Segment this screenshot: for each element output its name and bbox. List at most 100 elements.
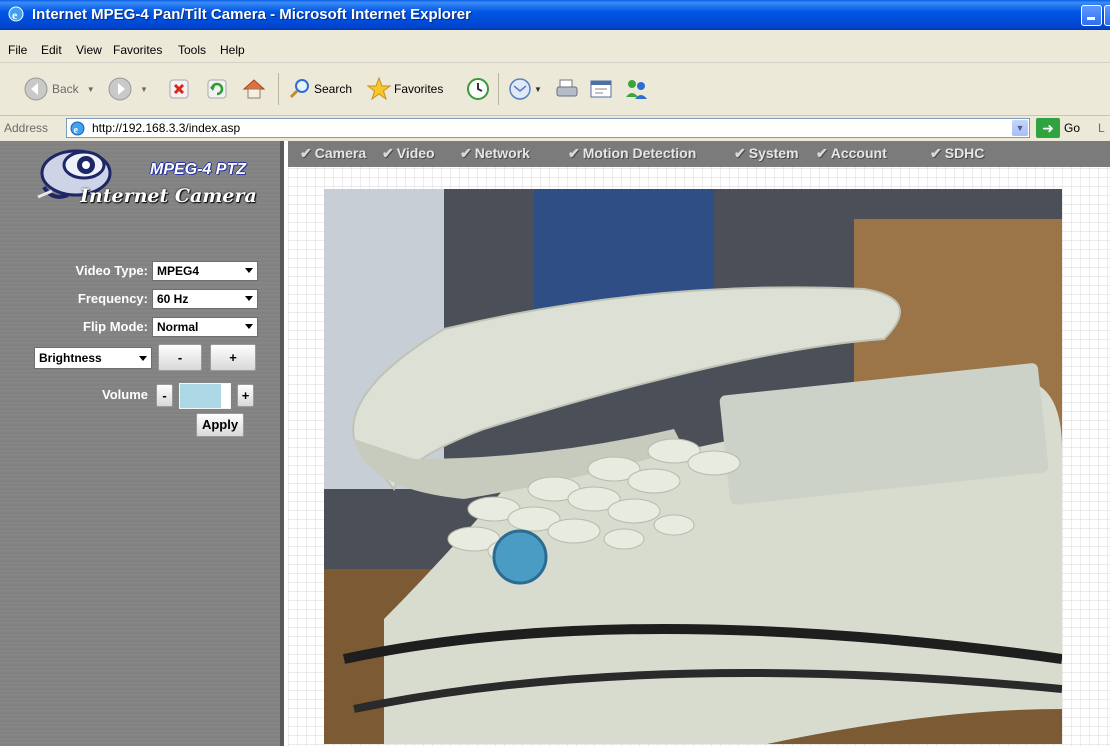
frequency-select[interactable]: 60 Hz <box>152 289 258 309</box>
menu-view[interactable]: View <box>76 43 102 57</box>
mail-button[interactable]: ▼ <box>508 77 542 101</box>
nav-account[interactable]: ✔ Account <box>816 145 887 162</box>
menubar: File Edit View Favorites Tools Help <box>0 40 1110 62</box>
back-button[interactable]: Back ▼ <box>24 77 95 101</box>
logo-product: MPEG-4 PTZ <box>150 161 247 178</box>
check-icon: ✔ <box>734 145 746 161</box>
volume-plus-button[interactable]: + <box>237 384 254 407</box>
messenger-button[interactable] <box>624 77 650 101</box>
flip-mode-value: Normal <box>157 320 199 334</box>
maximize-button[interactable] <box>1104 5 1110 26</box>
menu-favorites[interactable]: Favorites <box>113 43 162 57</box>
settings-nav: ✔ Camera ✔ Video ✔ Network ✔ Motion Detectio… <box>288 141 1110 167</box>
camera-video-feed[interactable] <box>324 189 1062 744</box>
chevron-down-icon <box>245 324 253 329</box>
page-icon: e <box>70 121 85 136</box>
toolbar: Back ▼ ▼ Search Favorites ▼ <box>0 63 1110 116</box>
ie-icon: e <box>8 6 24 22</box>
check-icon: ✔ <box>300 145 312 161</box>
favorites-star-icon <box>366 76 392 101</box>
back-label: Back <box>52 82 79 96</box>
nav-sdhc[interactable]: ✔ SDHC <box>930 145 984 162</box>
toolbar-separator-2 <box>498 73 499 105</box>
check-icon: ✔ <box>460 145 472 161</box>
mail-dropdown-icon[interactable]: ▼ <box>534 85 542 94</box>
nav-network-label: Network <box>474 145 530 161</box>
flip-mode-label: Flip Mode: <box>83 319 148 334</box>
nav-video-label: Video <box>396 145 435 161</box>
search-button[interactable]: Search <box>288 77 352 101</box>
toolbar-separator <box>278 73 279 105</box>
page-content: MPEG-4 PTZ Internet Camera Video Type: M… <box>0 141 1110 746</box>
apply-button[interactable]: Apply <box>196 413 244 437</box>
address-input[interactable]: e http://192.168.3.3/index.asp ▼ <box>66 118 1030 138</box>
print-icon <box>556 79 578 97</box>
svg-text:e: e <box>74 125 79 136</box>
nav-system[interactable]: ✔ System <box>734 145 799 162</box>
go-button[interactable]: Go <box>1064 121 1080 135</box>
check-icon: ✔ <box>382 145 394 161</box>
adjust-select-value: Brightness <box>39 351 102 365</box>
address-url: http://192.168.3.3/index.asp <box>92 121 241 135</box>
frequency-value: 60 Hz <box>157 292 189 306</box>
favorites-button[interactable]: Favorites <box>366 76 444 101</box>
address-label: Address <box>4 121 49 135</box>
refresh-icon <box>207 79 227 99</box>
menu-help[interactable]: Help <box>220 43 245 57</box>
edit-button[interactable] <box>588 77 614 101</box>
chevron-down-icon <box>139 356 147 361</box>
nav-system-label: System <box>748 145 799 161</box>
volume-slider[interactable] <box>179 383 231 409</box>
chevron-down-icon <box>245 296 253 301</box>
menu-file[interactable]: File <box>8 43 27 57</box>
favorites-label: Favorites <box>394 82 444 96</box>
nav-motion-detection-label: Motion Detection <box>582 145 697 161</box>
check-icon: ✔ <box>930 145 942 161</box>
control-panel: MPEG-4 PTZ Internet Camera Video Type: M… <box>0 141 284 746</box>
menu-edit[interactable]: Edit <box>41 43 62 57</box>
video-frame-image <box>324 189 1062 744</box>
minimize-button[interactable] <box>1081 5 1102 26</box>
nav-network[interactable]: ✔ Network <box>460 145 530 162</box>
mail-icon <box>509 78 531 100</box>
stop-icon <box>169 79 189 99</box>
back-dropdown-icon[interactable]: ▼ <box>87 85 95 94</box>
video-type-label: Video Type: <box>75 263 148 278</box>
search-icon <box>289 79 309 99</box>
address-dropdown-icon[interactable]: ▼ <box>1012 120 1028 136</box>
home-icon <box>242 79 266 99</box>
window-title: Internet MPEG-4 Pan/Tilt Camera - Micros… <box>32 6 471 23</box>
refresh-button[interactable] <box>206 77 228 101</box>
address-bar: Address e http://192.168.3.3/index.asp ▼… <box>0 116 1110 140</box>
flip-mode-select[interactable]: Normal <box>152 317 258 337</box>
home-button[interactable] <box>242 77 266 101</box>
adjust-minus-button[interactable]: - <box>158 344 202 371</box>
video-type-select[interactable]: MPEG4 <box>152 261 258 281</box>
messenger-icon <box>626 80 647 99</box>
stop-button[interactable] <box>168 77 190 101</box>
history-icon <box>467 78 489 100</box>
links-label[interactable]: L <box>1098 121 1105 135</box>
volume-label: Volume <box>102 387 148 402</box>
nav-sdhc-label: SDHC <box>944 145 985 161</box>
nav-camera-label: Camera <box>314 145 367 161</box>
print-button[interactable] <box>554 77 580 101</box>
volume-minus-button[interactable]: - <box>156 384 173 407</box>
forward-button[interactable]: ▼ <box>108 77 148 101</box>
go-arrow-icon[interactable]: ➜ <box>1036 118 1060 138</box>
nav-account-label: Account <box>830 145 887 161</box>
edit-icon <box>590 80 612 98</box>
nav-camera[interactable]: ✔ Camera <box>300 145 366 162</box>
svg-text:e: e <box>12 8 18 22</box>
video-type-value: MPEG4 <box>157 264 200 278</box>
forward-dropdown-icon[interactable]: ▼ <box>140 85 148 94</box>
nav-motion-detection[interactable]: ✔ Motion Detection <box>568 145 696 162</box>
check-icon: ✔ <box>816 145 828 161</box>
adjust-select[interactable]: Brightness <box>34 347 152 369</box>
nav-video[interactable]: ✔ Video <box>382 145 435 162</box>
menu-tools[interactable]: Tools <box>178 43 206 57</box>
check-icon: ✔ <box>568 145 580 161</box>
adjust-plus-button[interactable]: + <box>210 344 256 371</box>
chevron-down-icon <box>245 268 253 273</box>
history-button[interactable] <box>466 77 490 101</box>
